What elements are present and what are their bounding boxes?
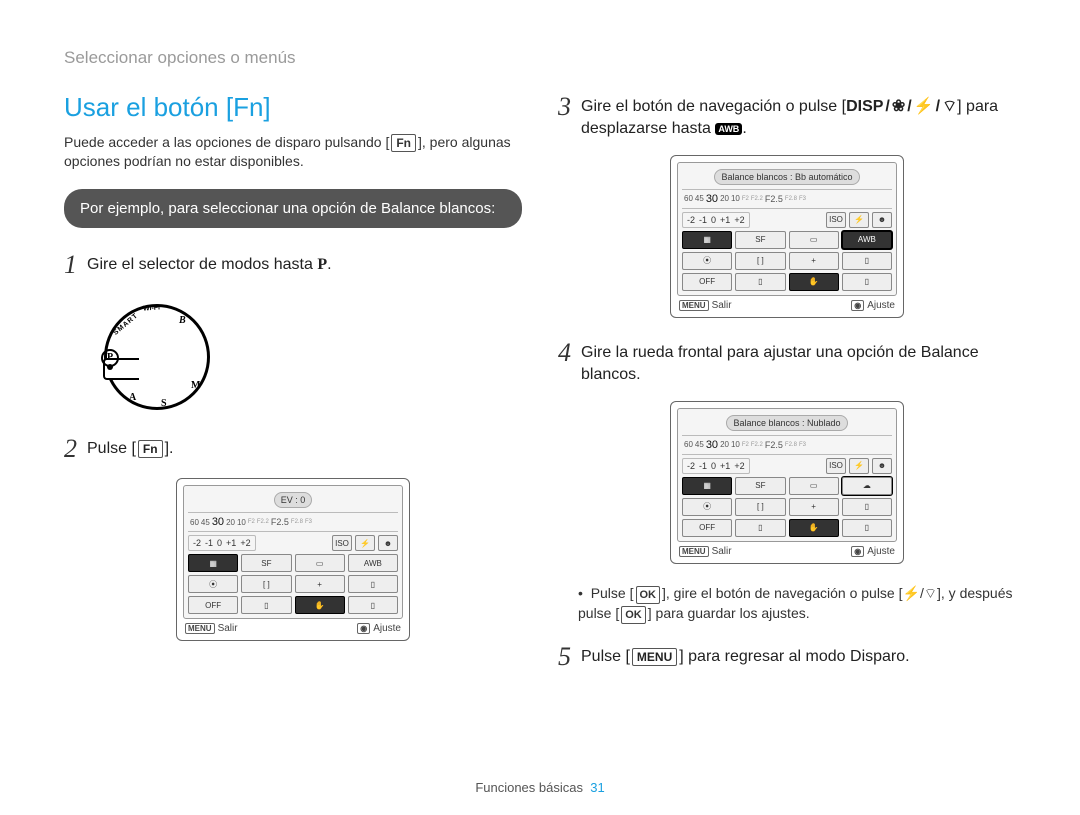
grid-cell: ▯	[348, 596, 398, 614]
awb-chip: AWB	[715, 123, 742, 135]
wb-label: Balance blancos : Nublado	[726, 415, 847, 431]
step1-post: .	[327, 256, 331, 273]
awb-cell-selected: AWB	[842, 231, 892, 249]
step2-pre: Pulse [	[87, 440, 136, 457]
dial-m: M	[191, 380, 200, 391]
ev-label: EV : 0	[274, 492, 313, 508]
grid-cell: ✋	[295, 596, 345, 614]
step3-postb: .	[742, 120, 746, 137]
ok-key: OK	[636, 586, 661, 604]
grid-cell: ▭	[295, 554, 345, 572]
dial-wifi: Wi-Fi	[143, 305, 160, 313]
ok-key: OK	[621, 606, 646, 624]
step-1: 1 Gire el selector de modos hasta P.	[64, 250, 522, 280]
wifi-icon: ⌔	[942, 96, 957, 118]
grid-cell: +	[295, 575, 345, 593]
flower-icon: ❀	[892, 96, 905, 118]
exit-button: MENUSalir	[185, 623, 238, 634]
camera-screen-wb-auto: Balance blancos : Bb automático 60453020…	[670, 155, 904, 318]
step5-pre: Pulse [	[581, 648, 630, 665]
breadcrumb: Seleccionar opciones o menús	[64, 48, 1016, 68]
disp-nav-keys: DISP/❀/⚡/⌔	[846, 96, 957, 118]
step3-pre: Gire el botón de navegación o pulse [	[581, 98, 846, 115]
page-footer: Funciones básicas 31	[0, 780, 1080, 795]
wb-label: Balance blancos : Bb automático	[714, 169, 859, 185]
flash-icon: ⚡	[914, 96, 934, 118]
step1-pre: Gire el selector de modos hasta	[87, 256, 317, 273]
right-column: 3 Gire el botón de navegación o pulse [D…	[558, 92, 1016, 686]
mode-dial-figure: P SMART Wi-Fi B M S A	[74, 294, 234, 414]
iso-icon: ISO	[332, 535, 352, 551]
adjust-button: ◉Ajuste	[357, 623, 401, 634]
mode-p-glyph: P	[317, 256, 327, 273]
wifi-icon: ⌔	[924, 585, 937, 601]
step2-post: ].	[165, 440, 174, 457]
grid-cell: AWB	[348, 554, 398, 572]
grid-cell: SF	[241, 554, 291, 572]
intro-pre: Puede acceder a las opciones de disparo …	[64, 134, 389, 150]
grid-cell: [ ]	[241, 575, 291, 593]
flash-icon: ⚡	[903, 585, 920, 601]
section-title: Usar el botón [Fn]	[64, 92, 522, 123]
menu-key: MENU	[632, 648, 677, 666]
ev-block: -2-10+1+2	[188, 535, 256, 551]
dial-a: A	[129, 392, 136, 403]
camera-screen-wb-cloudy: Balance blancos : Nublado 6045302010F2F2…	[670, 401, 904, 564]
step-number: 2	[64, 434, 77, 464]
camera-screen-ev: EV : 0 6045302010F2F2.2F2.5F2.8F3 -2-10+…	[176, 478, 410, 641]
step5-post: ] para regresar al modo Disparo.	[679, 648, 909, 665]
step-2: 2 Pulse [Fn].	[64, 434, 522, 464]
step4-text: Gire la rueda frontal para ajustar una o…	[581, 338, 1016, 387]
intro-text: Puede acceder a las opciones de disparo …	[64, 133, 522, 171]
step-5: 5 Pulse [MENU] para regresar al modo Dis…	[558, 642, 1016, 672]
dial-s: S	[161, 398, 167, 409]
scale-row: 6045302010F2F2.2F2.5F2.8F3	[188, 512, 398, 532]
example-callout: Por ejemplo, para seleccionar una opción…	[64, 189, 522, 229]
step-4: 4 Gire la rueda frontal para ajustar una…	[558, 338, 1016, 387]
step-number: 5	[558, 642, 571, 672]
grid-cell: ▯	[348, 575, 398, 593]
left-column: Usar el botón [Fn] Puede acceder a las o…	[64, 92, 522, 686]
dial-icon: ◉	[357, 623, 370, 634]
step-number: 1	[64, 250, 77, 280]
step-number: 3	[558, 92, 571, 122]
dial-smart: SMART	[112, 313, 139, 338]
grid-cell: ⦿	[188, 575, 238, 593]
cloud-cell-selected: ☁	[842, 477, 892, 495]
note: • Pulse [OK], gire el botón de navegació…	[578, 584, 1016, 624]
page-number: 31	[590, 780, 604, 795]
step-number: 4	[558, 338, 571, 368]
face-icon: ☻	[378, 535, 398, 551]
grid-cell: ▯	[241, 596, 291, 614]
footer-label: Funciones básicas	[475, 780, 583, 795]
step-3: 3 Gire el botón de navegación o pulse [D…	[558, 92, 1016, 141]
grid-cell: OFF	[188, 596, 238, 614]
grid-cell: ▦	[188, 554, 238, 572]
fn-key: Fn	[391, 134, 416, 152]
flash-icon: ⚡	[355, 535, 375, 551]
fn-key: Fn	[138, 440, 163, 458]
dial-b: B	[179, 315, 186, 326]
